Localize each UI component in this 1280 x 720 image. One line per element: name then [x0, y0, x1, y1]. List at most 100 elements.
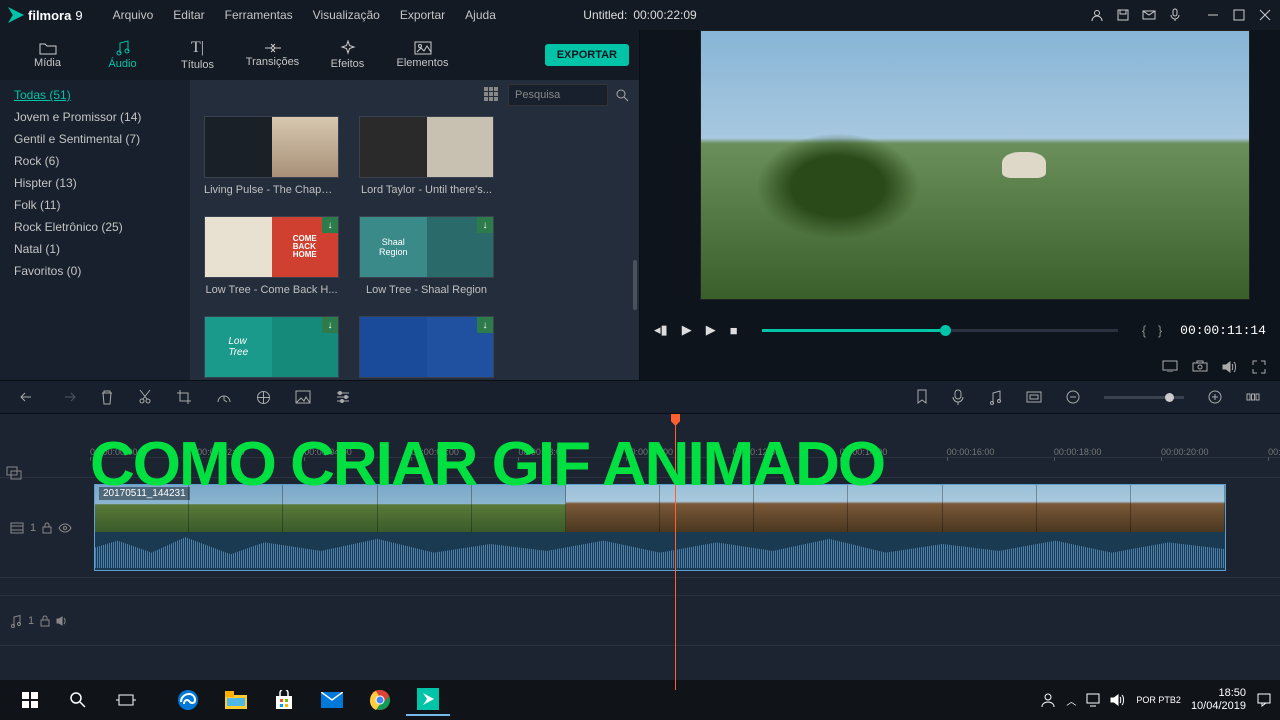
- tab-elementos[interactable]: Elementos: [385, 37, 460, 73]
- redo-icon[interactable]: [60, 390, 76, 404]
- speed-icon[interactable]: [216, 390, 232, 404]
- start-button[interactable]: [8, 684, 52, 716]
- export-button[interactable]: EXPORTAR: [545, 44, 629, 66]
- menu-editar[interactable]: Editar: [163, 2, 214, 28]
- scrollbar[interactable]: [633, 260, 637, 310]
- progress-bar[interactable]: [762, 329, 1118, 332]
- lock-icon[interactable]: [42, 522, 52, 534]
- zoom-out-icon[interactable]: [1066, 390, 1080, 404]
- mixer-icon[interactable]: [988, 389, 1002, 405]
- delete-icon[interactable]: [100, 389, 114, 405]
- tray-chevron-icon[interactable]: ︿: [1066, 693, 1076, 708]
- zoom-in-icon[interactable]: [1208, 390, 1222, 404]
- audio-item[interactable]: Lord Taylor - Until there's...: [359, 116, 494, 196]
- speaker-icon[interactable]: [56, 615, 70, 627]
- chrome-app-icon[interactable]: [358, 684, 402, 716]
- next-frame-icon[interactable]: ▶: [706, 322, 716, 338]
- sidebar-item-gentil[interactable]: Gentil e Sentimental (7): [0, 128, 190, 150]
- sidebar-item-favoritos[interactable]: Favoritos (0): [0, 260, 190, 282]
- render-icon[interactable]: [1026, 391, 1042, 403]
- cut-icon[interactable]: [138, 389, 152, 405]
- mail-app-icon[interactable]: [310, 684, 354, 716]
- message-icon[interactable]: [1142, 8, 1156, 22]
- tab-transicoes[interactable]: Transições: [235, 38, 310, 72]
- titlebar: filmora9 Arquivo Editar Ferramentas Visu…: [0, 0, 1280, 30]
- tab-titulos[interactable]: T|Títulos: [160, 35, 235, 75]
- thumb-label: Lord Taylor - Until there's...: [359, 184, 494, 196]
- stop-icon[interactable]: ■: [730, 323, 738, 338]
- menu-ferramentas[interactable]: Ferramentas: [215, 2, 303, 28]
- search-placeholder: Pesquisa: [515, 89, 560, 101]
- lock-icon[interactable]: [40, 615, 50, 627]
- timeline: COMO CRIAR GIF ANIMADO 00:00:00:00 00:00…: [0, 414, 1280, 690]
- audio-item[interactable]: ↓: [359, 316, 494, 378]
- explorer-app-icon[interactable]: [214, 684, 258, 716]
- zoom-slider[interactable]: [1104, 396, 1184, 399]
- search-icon[interactable]: [616, 89, 629, 102]
- people-icon[interactable]: [1040, 692, 1056, 708]
- search-button[interactable]: [56, 684, 100, 716]
- eye-icon[interactable]: [58, 523, 72, 533]
- account-icon[interactable]: [1090, 8, 1104, 22]
- tab-audio[interactable]: Áudio: [85, 36, 160, 74]
- audio-item[interactable]: LowTree↓: [204, 316, 339, 378]
- main-menu: Arquivo Editar Ferramentas Visualização …: [103, 2, 506, 28]
- sidebar-item-natal[interactable]: Natal (1): [0, 238, 190, 260]
- audio-item[interactable]: COMEBACKHOME↓Low Tree - Come Back H...: [204, 216, 339, 296]
- search-input[interactable]: Pesquisa: [508, 84, 608, 106]
- menu-visualizacao[interactable]: Visualização: [303, 2, 390, 28]
- sidebar-item-folk[interactable]: Folk (11): [0, 194, 190, 216]
- audio-item[interactable]: Living Pulse - The Chapm...: [204, 116, 339, 196]
- taskbar-clock[interactable]: 18:50 10/04/2019: [1191, 687, 1246, 713]
- mark-in-out-icon[interactable]: { }: [1142, 323, 1166, 338]
- media-panel: Mídia Áudio T|Títulos Transições Efeitos…: [0, 30, 640, 380]
- green-screen-icon[interactable]: [295, 390, 311, 404]
- grid-view-icon[interactable]: [484, 87, 500, 103]
- menu-arquivo[interactable]: Arquivo: [103, 2, 164, 28]
- language-indicator[interactable]: POR PTB2: [1136, 696, 1181, 705]
- zoom-fit-icon[interactable]: [1246, 390, 1260, 404]
- network-icon[interactable]: [1086, 693, 1100, 707]
- task-view-button[interactable]: [104, 684, 148, 716]
- snapshot-icon[interactable]: [1192, 360, 1208, 374]
- sidebar-item-hipster[interactable]: Hispter (13): [0, 172, 190, 194]
- download-icon[interactable]: ↓: [322, 317, 338, 333]
- preview-viewport[interactable]: [700, 30, 1250, 300]
- prev-frame-icon[interactable]: ◂▮: [654, 322, 668, 338]
- sidebar-item-eletronico[interactable]: Rock Eletrônico (25): [0, 216, 190, 238]
- record-icon[interactable]: [952, 389, 964, 405]
- sidebar-item-rock[interactable]: Rock (6): [0, 150, 190, 172]
- tray-volume-icon[interactable]: [1110, 693, 1126, 707]
- download-icon[interactable]: ↓: [322, 217, 338, 233]
- notifications-icon[interactable]: [1256, 692, 1272, 708]
- maximize-icon[interactable]: [1232, 8, 1246, 22]
- save-icon[interactable]: [1116, 8, 1130, 22]
- download-icon[interactable]: ↓: [477, 317, 493, 333]
- tab-efeitos[interactable]: Efeitos: [310, 36, 385, 74]
- edge-app-icon[interactable]: [166, 684, 210, 716]
- system-tray: ︿ POR PTB2 18:50 10/04/2019: [1040, 687, 1272, 713]
- sidebar-item-todas[interactable]: Todas (51): [0, 84, 190, 106]
- adjust-icon[interactable]: [335, 390, 351, 404]
- download-icon[interactable]: ↓: [477, 217, 493, 233]
- play-icon[interactable]: ▶: [682, 322, 692, 338]
- close-icon[interactable]: [1258, 8, 1272, 22]
- display-icon[interactable]: [1162, 360, 1178, 374]
- filmora-app-icon[interactable]: [406, 684, 450, 716]
- fullscreen-icon[interactable]: [1252, 360, 1266, 374]
- mic-icon[interactable]: [1168, 8, 1182, 22]
- audio-track-1[interactable]: 1: [0, 596, 1280, 646]
- tab-midia[interactable]: Mídia: [10, 37, 85, 73]
- marker-icon[interactable]: [916, 389, 928, 405]
- crop-icon[interactable]: [176, 389, 192, 405]
- undo-icon[interactable]: [20, 390, 36, 404]
- sidebar-item-jovem[interactable]: Jovem e Promissor (14): [0, 106, 190, 128]
- audio-track-header: 1: [0, 596, 90, 645]
- minimize-icon[interactable]: [1206, 8, 1220, 22]
- store-app-icon[interactable]: [262, 684, 306, 716]
- audio-item[interactable]: ShaalRegion↓Low Tree - Shaal Region: [359, 216, 494, 296]
- color-icon[interactable]: [256, 390, 271, 405]
- volume-icon[interactable]: [1222, 360, 1238, 374]
- menu-exportar[interactable]: Exportar: [390, 2, 455, 28]
- menu-ajuda[interactable]: Ajuda: [455, 2, 506, 28]
